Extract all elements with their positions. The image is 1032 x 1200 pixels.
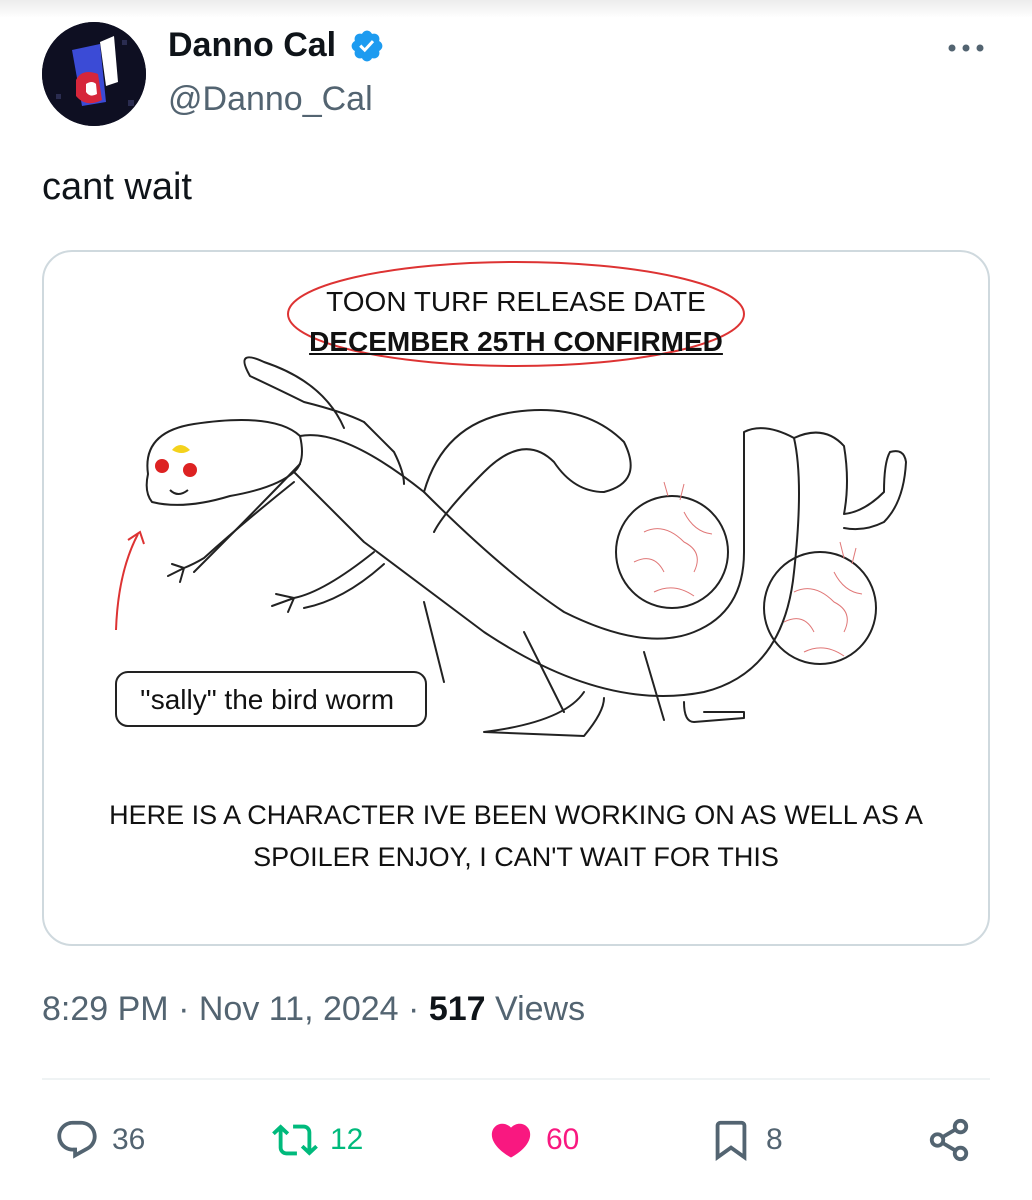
avatar-logo-icon [42,22,146,126]
like-button[interactable]: 60 [488,1110,579,1170]
retweet-icon [272,1124,318,1156]
ball-scribbles [633,481,863,657]
bookmark-count: 8 [766,1123,783,1156]
author-name-row: Danno Cal [168,26,385,65]
ball-right [763,551,877,665]
reply-button[interactable]: 36 [54,1110,145,1170]
post-date[interactable]: Nov 11, 2024 [199,990,399,1028]
red-arrow [115,530,145,631]
display-name[interactable]: Danno Cal [168,26,336,65]
ball-left [615,495,729,609]
share-button[interactable] [926,1110,972,1170]
retweet-button[interactable]: 12 [272,1110,363,1170]
handle[interactable]: @Danno_Cal [168,80,373,119]
reply-count: 36 [112,1123,146,1156]
meta-separator: · [408,990,420,1028]
image-title-line1: TOON TURF RELEASE DATE [326,286,706,317]
share-icon [929,1118,969,1162]
character-label: ''sally" the bird worm [140,684,395,715]
views-count: 517 [428,990,486,1028]
retweet-count: 12 [330,1123,364,1156]
action-bar: 36 12 60 8 [42,1110,990,1170]
tweet-meta: 8:29 PM · Nov 11, 2024 · 517 Views [42,990,585,1029]
image-title-line2: DECEMBER 25TH CONFIRMED [309,326,723,357]
worm-head [145,419,303,506]
reply-icon [57,1120,97,1159]
top-shadow [0,0,1032,18]
tweet-header: Danno Cal @Danno_Cal [42,22,992,132]
worm-face [155,445,197,495]
bookmark-button[interactable]: 8 [708,1110,783,1170]
meta-separator: · [178,990,190,1028]
media-image[interactable]: TOON TURF RELEASE DATE DECEMBER 25TH CON… [42,250,990,946]
more-icon[interactable] [946,40,986,56]
image-caption-line2: SPOILER ENJOY, I CAN'T WAIT FOR THIS [253,842,779,872]
worm-body [293,427,800,697]
like-count: 60 [546,1123,580,1156]
views-label: Views [495,990,586,1028]
bookmark-icon [715,1120,747,1161]
tweet-text: cant wait [42,166,192,208]
image-caption-line1: HERE IS A CHARACTER IVE BEEN WORKING ON … [109,800,923,830]
avatar[interactable] [42,22,146,126]
verified-badge-icon [351,30,382,61]
like-icon [491,1123,531,1158]
post-time[interactable]: 8:29 PM [42,990,169,1028]
divider [42,1078,990,1080]
